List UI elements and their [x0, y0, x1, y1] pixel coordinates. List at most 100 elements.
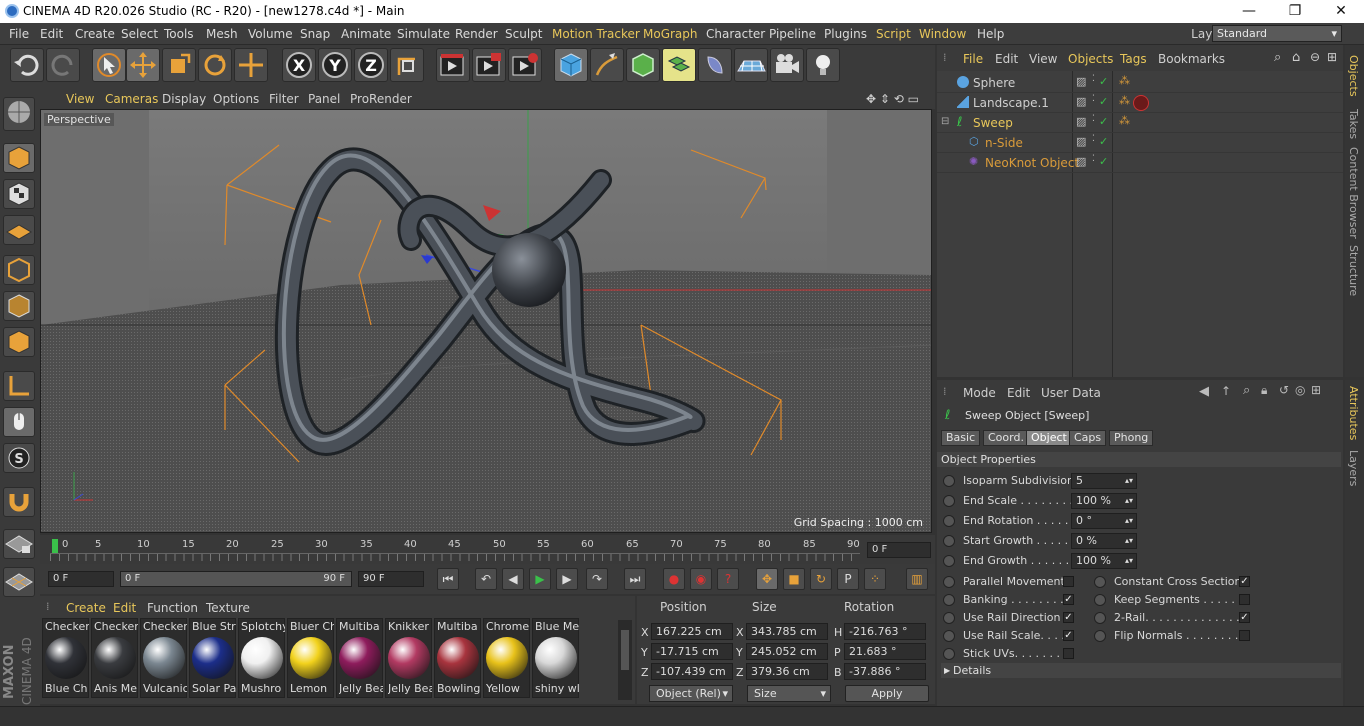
menu-snap[interactable]: Snap: [300, 27, 330, 41]
viewport-menu-display[interactable]: Display: [162, 92, 206, 106]
checkbox[interactable]: ✓: [1063, 612, 1074, 623]
apply-button[interactable]: Apply: [845, 685, 929, 702]
visibility-dots-icon[interactable]: ⁚: [1092, 114, 1095, 124]
enabled-check-icon[interactable]: ✓: [1099, 155, 1108, 168]
tweak-mode-button[interactable]: [3, 407, 35, 437]
attr-menu-edit[interactable]: Edit: [1007, 386, 1030, 400]
coordinate-system-button[interactable]: [390, 48, 424, 82]
home-icon[interactable]: ⌂: [1292, 50, 1300, 65]
menu-pipeline[interactable]: Pipeline: [769, 27, 816, 41]
material-swatch[interactable]: Checker Vulcanic: [140, 618, 187, 698]
coordinate-mode-dropdown[interactable]: Object (Rel) ▾: [649, 685, 733, 702]
material-swatch[interactable]: Checker Anis Me: [91, 618, 138, 698]
points-mode-button[interactable]: [3, 255, 35, 285]
visibility-dots-icon[interactable]: ⁚: [1092, 154, 1095, 164]
render-settings-button[interactable]: [508, 48, 542, 82]
menu-simulate[interactable]: Simulate: [397, 27, 450, 41]
tab-objects[interactable]: Objects: [1347, 55, 1360, 97]
render-picture-viewer-button[interactable]: [472, 48, 506, 82]
playhead[interactable]: [52, 539, 58, 553]
material-swatch[interactable]: Blue Me shiny wl: [532, 618, 579, 698]
magnet-button[interactable]: [3, 487, 35, 517]
material-menu-texture[interactable]: Texture: [206, 601, 250, 615]
timeline-ruler[interactable]: 0 5 10 15 20 25 30 35 40 45 50 55 60 65 …: [40, 535, 935, 564]
tab-coord[interactable]: Coord.: [983, 430, 1029, 446]
viewport-menu-panel[interactable]: Panel: [308, 92, 340, 106]
layer-icon[interactable]: ▨: [1076, 75, 1086, 88]
layer-icon[interactable]: ▨: [1076, 115, 1086, 128]
material-swatch[interactable]: Chrome Yellow: [483, 618, 530, 698]
minimize-button[interactable]: —: [1226, 0, 1272, 23]
workplane-lock-button[interactable]: [3, 529, 35, 559]
isoparm-subdivision-field[interactable]: 5 ▴▾: [1071, 473, 1137, 489]
animate-dot-icon[interactable]: [1094, 576, 1106, 588]
workplane-mode-button[interactable]: [3, 215, 35, 245]
x-axis-lock-button[interactable]: X: [282, 48, 316, 82]
perspective-viewport[interactable]: Perspective Grid Spacing : 1000 cm: [40, 109, 932, 533]
tag-icon[interactable]: ⁂: [1119, 74, 1130, 87]
menu-motion-tracker[interactable]: Motion Tracker: [552, 27, 640, 41]
floor-object-button[interactable]: [734, 48, 768, 82]
material-swatch[interactable]: Checker Blue Ch: [42, 618, 89, 698]
attr-menu-user-data[interactable]: User Data: [1041, 386, 1101, 400]
pen-spline-button[interactable]: [590, 48, 624, 82]
animate-dot-icon[interactable]: [1094, 612, 1106, 624]
checkbox[interactable]: [1063, 648, 1074, 659]
object-menu-file[interactable]: File: [963, 52, 983, 66]
record-active-button[interactable]: ●: [663, 568, 685, 590]
enabled-check-icon[interactable]: ✓: [1099, 95, 1108, 108]
stepper-icon[interactable]: ▴▾: [1125, 474, 1133, 488]
expand-icon[interactable]: ⊟: [941, 116, 949, 127]
material-swatch[interactable]: Bluer Ch Lemon: [287, 618, 334, 698]
animate-dot-icon[interactable]: [943, 555, 955, 567]
animate-dot-icon[interactable]: [943, 594, 955, 606]
close-button[interactable]: ✕: [1318, 0, 1364, 23]
viewport-menu-prorender[interactable]: ProRender: [350, 92, 412, 106]
checkbox[interactable]: [1239, 630, 1250, 641]
size-x-field[interactable]: 343.785 cm: [746, 623, 828, 640]
object-row-sweep[interactable]: ⊟ ℓ Sweep ▨ ⁚ ✓ ⁂: [937, 113, 1343, 133]
record-parameter-button[interactable]: P: [837, 568, 859, 590]
back-arrow-icon[interactable]: ◀: [1199, 384, 1209, 399]
viewport-menu-options[interactable]: Options: [213, 92, 259, 106]
animate-dot-icon[interactable]: [943, 612, 955, 624]
tab-structure[interactable]: Structure: [1347, 245, 1360, 296]
enabled-check-icon[interactable]: ✓: [1099, 135, 1108, 148]
current-frame-field[interactable]: 0 F: [867, 542, 931, 558]
move-tool-button[interactable]: [126, 48, 160, 82]
rotation-h-field[interactable]: -216.763 °: [844, 623, 926, 640]
layer-icon[interactable]: ▨: [1076, 135, 1086, 148]
render-view-button[interactable]: [436, 48, 470, 82]
previous-frame-button[interactable]: ◀: [502, 568, 524, 590]
collapse-icon[interactable]: ⊖: [1310, 50, 1320, 64]
lock-icon[interactable]: 🔒︎: [1261, 383, 1267, 398]
start-frame-field[interactable]: 0 F: [48, 571, 114, 587]
menu-create[interactable]: Create: [75, 27, 115, 41]
size-y-field[interactable]: 245.052 cm: [746, 643, 828, 660]
tab-attributes[interactable]: Attributes: [1347, 386, 1360, 440]
tab-object[interactable]: Object: [1026, 430, 1072, 446]
menu-sculpt[interactable]: Sculpt: [505, 27, 542, 41]
make-editable-button[interactable]: [3, 97, 35, 131]
object-menu-bookmarks[interactable]: Bookmarks: [1158, 52, 1225, 66]
y-axis-lock-button[interactable]: Y: [318, 48, 352, 82]
maximize-button[interactable]: ❐: [1272, 0, 1318, 23]
layer-icon[interactable]: ▨: [1076, 95, 1086, 108]
end-rotation-field[interactable]: 0 ° ▴▾: [1071, 513, 1137, 529]
size-mode-dropdown[interactable]: Size ▾: [747, 685, 831, 702]
material-menu-create[interactable]: Create: [66, 601, 106, 615]
menu-render[interactable]: Render: [455, 27, 498, 41]
viewport-menu-filter[interactable]: Filter: [269, 92, 299, 106]
object-menu-view[interactable]: View: [1029, 52, 1057, 66]
menu-help[interactable]: Help: [977, 27, 1004, 41]
stepper-icon[interactable]: ▴▾: [1125, 514, 1133, 528]
workplane-button[interactable]: [3, 567, 35, 597]
new-window-icon[interactable]: ⊞: [1311, 383, 1321, 397]
object-menu-objects[interactable]: Objects: [1068, 52, 1113, 66]
subdivision-surface-button[interactable]: [626, 48, 660, 82]
size-z-field[interactable]: 379.36 cm: [746, 663, 828, 680]
light-object-button[interactable]: [806, 48, 840, 82]
go-to-start-button[interactable]: ⏮: [437, 568, 459, 590]
edges-mode-button[interactable]: [3, 291, 35, 321]
tab-phong[interactable]: Phong: [1109, 430, 1154, 446]
